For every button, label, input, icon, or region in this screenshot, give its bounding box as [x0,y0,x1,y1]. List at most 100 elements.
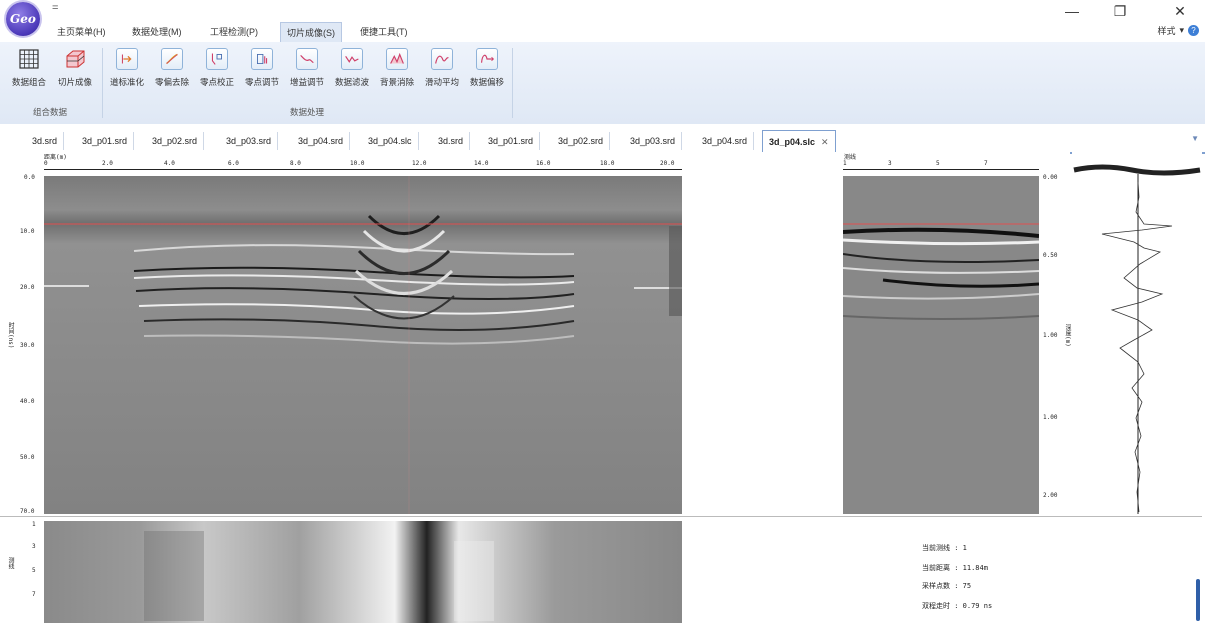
doc-tab[interactable]: 3d_p03.srd [220,132,279,150]
zero-adjust-button[interactable]: 零点调节 [239,48,285,88]
moving-average-button[interactable]: 滑动平均 [419,48,465,88]
quick-access-toolbar[interactable]: = [52,2,58,14]
zero-correct-button[interactable]: 零点校正 [194,48,240,88]
depth-tick: 0.50 [1043,252,1058,259]
style-label: 样式 [1157,26,1176,36]
close-tab-icon[interactable]: ✕ [821,137,829,147]
info-time-value: 0.79 ns [962,602,993,610]
doc-tab[interactable]: 3d_p04.slc [362,132,419,150]
side-x-tick: 7 [984,160,988,167]
x-tick-label: 12.0 [412,160,427,167]
minimize-button[interactable]: — [1052,0,1092,22]
doc-tab[interactable]: 3d.srd [432,132,471,150]
depth-tick: 1.00 [1043,414,1058,421]
y-tick-label: 40.0 [20,398,35,405]
doc-tab[interactable]: 3d_p02.srd [146,132,205,150]
trace-waveform [1073,164,1201,514]
background-remove-label: 背景消除 [379,77,414,87]
data-migration-button[interactable]: 数据偏移 [464,48,510,88]
depth-tick: 1.00 [1043,332,1058,339]
x-tick-label: 8.0 [290,160,301,167]
x-tick-label: 10.0 [350,160,365,167]
slice-image[interactable] [44,521,682,623]
tab-overflow-icon[interactable]: ▼ [1191,134,1199,143]
info-distance-label: 当前距离 : [922,564,959,572]
y-axis-title: 时间(ns) [7,322,14,349]
slice-imaging-button[interactable]: 切片成像 [52,48,98,88]
slice-y-tick: 3 [32,543,36,550]
trace-waveform-panel[interactable] [1072,152,1202,516]
menu-data-processing[interactable]: 数据处理(M) [132,25,182,38]
slice-y-axis-title: 测线 [7,557,14,569]
data-combine-button[interactable]: 数据组合 [6,48,52,88]
doc-tab-active-label: 3d_p04.slc [769,137,816,147]
doc-tab[interactable]: 3d_p03.srd [624,132,683,150]
gain-curve-icon [296,48,318,70]
x-tick-label: 18.0 [600,160,615,167]
moving-average-label: 滑动平均 [424,77,459,87]
menu-slice-imaging[interactable]: 切片成像(S) [280,22,342,43]
doc-tab[interactable]: 3d_p02.srd [552,132,611,150]
slice-y-tick: 1 [32,521,36,528]
x-tick-label: 2.0 [102,160,113,167]
radargram-image[interactable] [44,176,682,514]
info-panel: 当前测线 : 1 当前距离 : 11.84m 采样点数 : 75 双程走时 : … [840,516,1202,623]
zero-offset-button[interactable]: 零偏去除 [149,48,195,88]
doc-tab[interactable]: 3d_p04.srd [696,132,755,150]
info-samples-value: 75 [962,582,972,590]
depth-tick: 0.00 [1043,174,1058,181]
menu-engineering[interactable]: 工程检测(P) [210,25,258,38]
x-tick-label: 0 [44,160,48,167]
zero-point-icon [206,48,228,70]
y-tick-label: 0.0 [24,174,35,181]
side-radargram-bands [843,176,1039,514]
slice-pattern [44,521,682,623]
zero-adjust-icon [251,48,273,70]
doc-tab[interactable]: 3d.srd [26,132,65,150]
moving-average-icon [431,48,453,70]
group-label-processing: 数据处理 [289,107,324,117]
zero-adjust-label: 零点调节 [244,77,279,87]
style-menu[interactable]: 样式 ▾ ? [1157,24,1199,37]
doc-tab[interactable]: 3d_p01.srd [482,132,541,150]
zero-correct-label: 零点校正 [199,77,234,87]
help-icon[interactable]: ? [1188,25,1199,36]
app-logo[interactable]: Geo [6,2,40,36]
info-line-label: 当前测线 : [922,544,959,552]
ribbon: 数据组合 切片成像 组合数据 道标准化 零偏去除 零点校正 零点调节 增益调节 … [0,42,1205,125]
y-tick-label: 20.0 [20,284,35,291]
y-tick-label: 10.0 [20,228,35,235]
x-axis-line [44,169,682,170]
group-separator [102,48,103,118]
side-x-tick: 3 [888,160,892,167]
migration-icon [476,48,498,70]
x-tick-label: 14.0 [474,160,489,167]
arrow-right-icon [116,48,138,70]
background-icon [386,48,408,70]
vertical-scrollbar[interactable] [1196,579,1200,621]
menu-bar: 主页菜单(H) 数据处理(M) 工程检测(P) 切片成像(S) 便捷工具(T) … [0,22,1205,43]
slice-y-tick: 5 [32,567,36,574]
side-radargram-image[interactable] [843,176,1039,514]
info-distance: 当前距离 : 11.84m [922,563,988,573]
background-remove-button[interactable]: 背景消除 [374,48,420,88]
menu-tools[interactable]: 便捷工具(T) [360,25,408,38]
doc-tab[interactable]: 3d_p04.srd [292,132,351,150]
slice-y-tick: 7 [32,591,36,598]
grid-icon [19,49,39,69]
title-bar: Geo = — ❐ ✕ [0,0,1205,36]
restore-button[interactable]: ❐ [1100,0,1140,22]
data-filter-button[interactable]: 数据滤波 [329,48,375,88]
doc-tab-active[interactable]: 3d_p04.slc ✕ [762,130,836,153]
trace-normalize-button[interactable]: 道标准化 [104,48,150,88]
y-tick-label: 70.0 [20,508,35,515]
x-tick-label: 6.0 [228,160,239,167]
info-distance-value: 11.84m [962,564,988,572]
data-combine-label: 数据组合 [11,77,46,87]
gain-adjust-button[interactable]: 增益调节 [284,48,330,88]
menu-home[interactable]: 主页菜单(H) [57,25,106,38]
depth-tick: 2.00 [1043,492,1058,499]
slice-imaging-label: 切片成像 [57,77,92,87]
doc-tab[interactable]: 3d_p01.srd [76,132,135,150]
close-button[interactable]: ✕ [1160,0,1200,22]
